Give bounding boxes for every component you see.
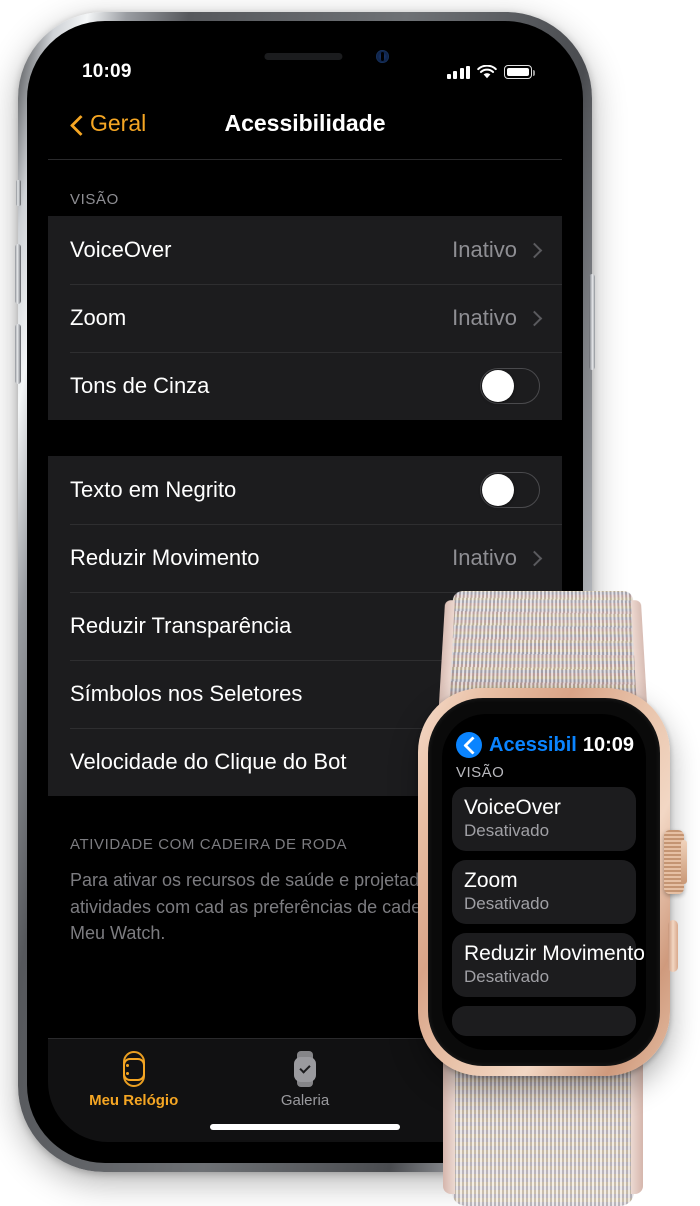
grayscale-toggle[interactable] [480, 368, 540, 404]
watch-row-subtitle: Desativado [464, 821, 550, 841]
row-value: Inativo [452, 237, 517, 262]
apple-watch-device: Acessibil... 10:09 VISÃO VoiceOver Desat… [396, 588, 700, 1206]
chevron-right-icon [529, 553, 540, 564]
row-zoom[interactable]: Zoom Inativo [48, 284, 562, 352]
tab-label: Galeria [280, 1092, 330, 1109]
row-texto-em-negrito[interactable]: Texto em Negrito [48, 456, 562, 524]
watch-band-bottom [443, 1054, 643, 1206]
watch-row-subtitle: Desativado [464, 894, 550, 914]
tab-galeria[interactable]: Galeria [219, 1051, 390, 1109]
wifi-icon [477, 64, 497, 78]
status-bar-indicators [446, 64, 535, 80]
toggle-knob [482, 474, 514, 506]
earpiece-speaker-icon [264, 53, 343, 60]
home-indicator[interactable] [210, 1124, 400, 1130]
watch-row-zoom[interactable]: Zoom Desativado [452, 860, 636, 925]
back-button[interactable]: Geral [70, 110, 146, 137]
row-label: Reduzir Movimento [70, 545, 260, 570]
chevron-right-icon [529, 313, 540, 324]
notch [187, 42, 423, 75]
watch-row-title: Zoom [464, 869, 518, 893]
watch-row-title: Reduzir Movimento [464, 942, 645, 966]
chevron-left-circle-icon[interactable] [456, 732, 482, 758]
watch-row-voiceover[interactable]: VoiceOver Desativado [452, 787, 636, 852]
chevron-right-icon [529, 245, 540, 256]
toggle-knob [482, 370, 514, 402]
front-camera-icon [376, 50, 389, 63]
nav-bar: Geral Acessibilidade [48, 88, 562, 160]
row-label: VoiceOver [70, 237, 172, 262]
row-reduzir-movimento[interactable]: Reduzir Movimento Inativo [48, 524, 562, 592]
watch-nav-bar: Acessibil... 10:09 [442, 714, 646, 762]
row-label: Zoom [70, 305, 127, 330]
row-tons-de-cinza[interactable]: Tons de Cinza [48, 352, 562, 420]
watch-icon [119, 1051, 149, 1087]
row-label: Tons de Cinza [70, 373, 210, 398]
group-header-visao: VISÃO [70, 191, 119, 208]
watch-page-title: Acessibil... [489, 733, 576, 756]
row-value: Inativo [452, 305, 517, 330]
power-button[interactable] [589, 274, 595, 370]
tab-meu-relogio[interactable]: Meu Relógio [48, 1051, 219, 1109]
tab-label: Meu Relógio [89, 1092, 179, 1109]
watch-case: Acessibil... 10:09 VISÃO VoiceOver Desat… [418, 688, 687, 1076]
status-bar-time: 10:09 [82, 61, 132, 82]
row-label: Texto em Negrito [70, 477, 237, 502]
watch-time: 10:09 [582, 733, 634, 756]
mute-switch[interactable] [16, 180, 21, 206]
chevron-left-icon [70, 117, 84, 131]
watch-row-title: VoiceOver [464, 796, 561, 819]
watch-list[interactable]: VoiceOver Desativado Zoom Desativado Red… [442, 787, 646, 998]
digital-crown[interactable] [664, 830, 687, 894]
group-separator [48, 420, 562, 456]
row-voiceover[interactable]: VoiceOver Inativo [48, 216, 562, 284]
cellular-bars-icon [446, 65, 470, 79]
bold-text-toggle[interactable] [480, 472, 540, 508]
watch-row-reduzir-movimento[interactable]: Reduzir Movimento Desativado [452, 933, 645, 998]
row-value: Inativo [452, 545, 517, 570]
watch-row-subtitle: Desativado [464, 967, 550, 987]
back-button-label: Geral [90, 110, 147, 136]
watch-side-button[interactable] [668, 920, 678, 972]
volume-up-button[interactable] [15, 244, 21, 304]
gallery-watch-icon [291, 1051, 319, 1087]
watch-bezel: Acessibil... 10:09 VISÃO VoiceOver Desat… [428, 698, 660, 1066]
screenshot-stage: 10:09 Geral Acessibilidade VISÃO VoiceOv… [0, 0, 700, 1206]
watch-section-header: VISÃO [456, 764, 505, 781]
watch-screen: Acessibil... 10:09 VISÃO VoiceOver Desat… [442, 714, 646, 1050]
battery-full-icon [504, 65, 535, 79]
watch-row-partial[interactable] [452, 1006, 636, 1037]
volume-down-button[interactable] [15, 324, 21, 384]
